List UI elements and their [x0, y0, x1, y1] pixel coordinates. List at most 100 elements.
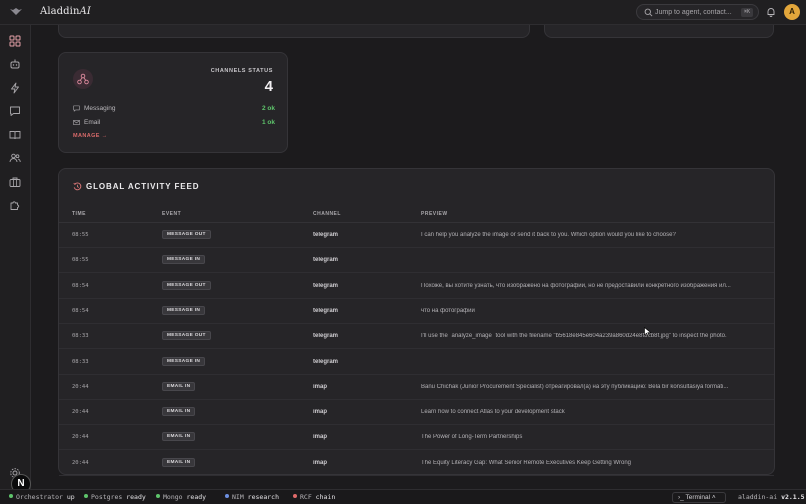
search-icon — [644, 8, 653, 17]
row-preview: I can help you analyze the image or send… — [421, 232, 676, 238]
column-header-time[interactable]: TIME — [72, 211, 86, 217]
status-dot-icon — [225, 494, 229, 498]
sidebar-item-contacts[interactable] — [9, 152, 21, 164]
table-row[interactable]: 20:44 EMAIL IN imap The Power of Long-Term … — [59, 425, 774, 451]
status-item-mongo[interactable]: Mongo ready — [156, 493, 206, 501]
table-row[interactable]: 08:55 MESSAGE IN telegram — [59, 248, 774, 274]
event-badge: MESSAGE IN — [162, 305, 206, 315]
briefcase-icon — [9, 177, 21, 187]
sidebar-item-integrations[interactable] — [9, 199, 21, 211]
chat-icon — [10, 106, 20, 116]
status-service-state: ready — [126, 493, 146, 501]
row-time: 20:44 — [72, 409, 89, 416]
table-row[interactable]: 08:55 MESSAGE OUT telegram I can help you a… — [59, 223, 774, 248]
sidebar-item-workspace[interactable] — [9, 176, 21, 188]
sidebar — [0, 25, 31, 489]
column-header-event[interactable]: EVENT — [162, 211, 181, 217]
status-dot-icon — [9, 494, 13, 498]
row-time: 08:55 — [72, 257, 89, 264]
row-time: 08:55 — [72, 232, 89, 238]
terminal-button[interactable]: ›_ Terminal ˄ — [672, 492, 726, 503]
event-badge: MESSAGE OUT — [162, 230, 211, 239]
row-channel: imap — [313, 459, 328, 466]
version-name: aladdin-ai — [738, 493, 778, 501]
table-row[interactable]: 20:44 EMAIL IN imap The Equity Literacy Gap… — [59, 451, 774, 476]
status-dot-icon — [84, 494, 88, 498]
sidebar-item-agents[interactable] — [9, 58, 21, 70]
summary-card-right — [544, 25, 774, 38]
row-channel: imap — [313, 409, 328, 416]
search-placeholder: Jump to agent, contact... — [655, 9, 732, 16]
row-time: 20:44 — [72, 383, 89, 390]
sidebar-item-automations[interactable] — [9, 82, 21, 94]
event-badge: EMAIL IN — [162, 432, 196, 442]
table-row[interactable]: 08:54 MESSAGE IN telegram что на фотографии — [59, 299, 774, 324]
row-time: 20:44 — [72, 434, 89, 441]
row-preview: Похоже, вы хотите узнать, что изображено… — [421, 282, 731, 289]
row-preview: что на фотографии — [421, 307, 475, 314]
summary-card-left — [58, 25, 530, 38]
column-header-preview[interactable]: PREVIEW — [421, 211, 448, 217]
table-row[interactable]: 08:33 MESSAGE OUT telegram I'll use the `an… — [59, 324, 774, 350]
row-channel: imap — [313, 434, 328, 441]
table-row[interactable]: 20:44 EMAIL IN imap Banu Chichak (Junior Pr… — [59, 375, 774, 400]
event-badge: EMAIL IN — [162, 407, 196, 417]
row-preview: The Power of Long-Term Partnerships — [421, 434, 523, 441]
users-icon — [9, 153, 21, 163]
status-service-state: ready — [186, 493, 207, 501]
event-badge: MESSAGE IN — [162, 255, 206, 265]
activity-feed-card: GLOBAL ACTIVITY FEED TIME EVENT CHANNEL … — [58, 168, 775, 476]
status-service-name: RCF — [300, 493, 312, 501]
channel-name: Email — [84, 119, 101, 126]
column-header-channel[interactable]: CHANNEL — [313, 211, 341, 217]
table-row[interactable]: 20:44 EMAIL IN imap Learn how to connect At… — [59, 400, 774, 426]
book-icon — [9, 131, 21, 140]
status-item-nim[interactable]: NIM research — [225, 493, 279, 501]
row-channel: telegram — [313, 358, 339, 365]
channel-row-email: Email 1 ok — [73, 118, 275, 128]
row-preview: I'll use the `analyze_image` tool with t… — [421, 333, 727, 340]
row-time: 08:54 — [72, 282, 89, 289]
status-item-rcf[interactable]: RCF chain — [293, 493, 335, 501]
row-preview: Learn how to connect Atlas to your devel… — [421, 409, 565, 416]
version-number: v2.1.5 — [781, 493, 805, 501]
table-row[interactable]: 08:54 MESSAGE OUT telegram Похоже, вы хотит… — [59, 274, 774, 299]
main-content: CHANNELS STATUS 4 Messaging 2 ok Email 1… — [31, 25, 806, 489]
chevron-up-icon: ˄ — [710, 494, 716, 501]
history-icon — [73, 182, 82, 191]
dashboard-icon — [9, 35, 21, 47]
brand-name: Aladdin — [40, 6, 80, 17]
row-time: 08:33 — [72, 358, 89, 365]
event-badge: MESSAGE IN — [162, 356, 206, 366]
terminal-label: Terminal — [685, 494, 711, 501]
status-service-state: research — [247, 493, 279, 501]
event-badge: MESSAGE OUT — [162, 331, 211, 341]
status-item-postgres[interactable]: Postgres ready — [84, 493, 146, 501]
user-avatar[interactable]: A — [784, 4, 800, 20]
message-icon — [73, 105, 80, 112]
channels-count: 4 — [264, 78, 273, 95]
logo-icon[interactable] — [9, 6, 23, 18]
status-dot-icon — [156, 494, 160, 498]
app-brand[interactable]: AladdinAI — [40, 6, 91, 17]
channel-row-messaging: Messaging 2 ok — [73, 104, 275, 114]
lightning-icon — [11, 82, 19, 94]
channel-name: Messaging — [84, 105, 116, 112]
status-item-orchestrator[interactable]: Orchestrator up — [9, 493, 75, 501]
brand-suffix: AI — [79, 6, 91, 17]
sidebar-item-conversations[interactable] — [9, 105, 21, 117]
row-channel: imap — [313, 383, 328, 390]
table-row[interactable]: 08:33 MESSAGE IN telegram — [59, 350, 774, 375]
channel-status: 2 ok — [261, 105, 275, 112]
status-service-name: Postgres — [91, 493, 123, 501]
network-icon — [77, 73, 89, 85]
search-box[interactable]: Jump to agent, contact... ⌘K — [636, 4, 759, 20]
event-badge: EMAIL IN — [162, 457, 196, 467]
row-channel: telegram — [313, 282, 339, 289]
status-service-name: Mongo — [163, 493, 183, 501]
sidebar-item-dashboard[interactable] — [9, 35, 21, 47]
sidebar-item-knowledge[interactable] — [9, 129, 21, 141]
event-badge: EMAIL IN — [162, 381, 196, 391]
bell-icon[interactable] — [766, 7, 776, 17]
manage-channels-link[interactable]: MANAGE → — [73, 133, 108, 139]
